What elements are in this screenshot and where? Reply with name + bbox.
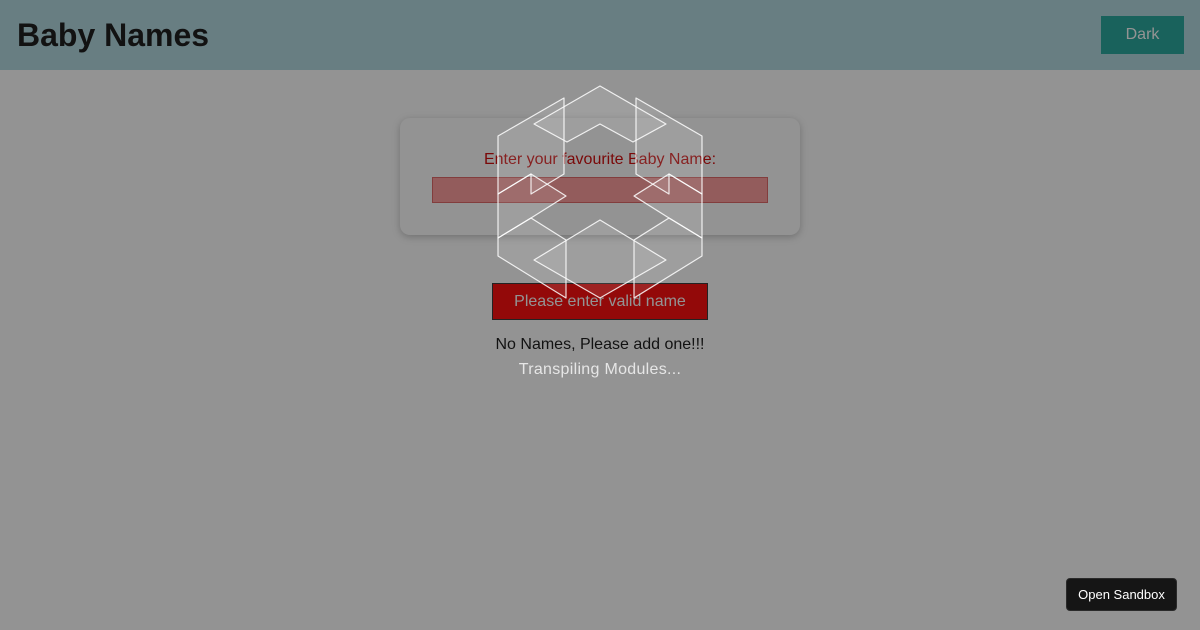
loading-overlay: Transpiling Modules...	[0, 0, 1200, 630]
open-sandbox-button[interactable]: Open Sandbox	[1066, 578, 1177, 611]
codesandbox-logo-icon	[497, 85, 703, 299]
loading-status-text: Transpiling Modules...	[518, 361, 682, 378]
